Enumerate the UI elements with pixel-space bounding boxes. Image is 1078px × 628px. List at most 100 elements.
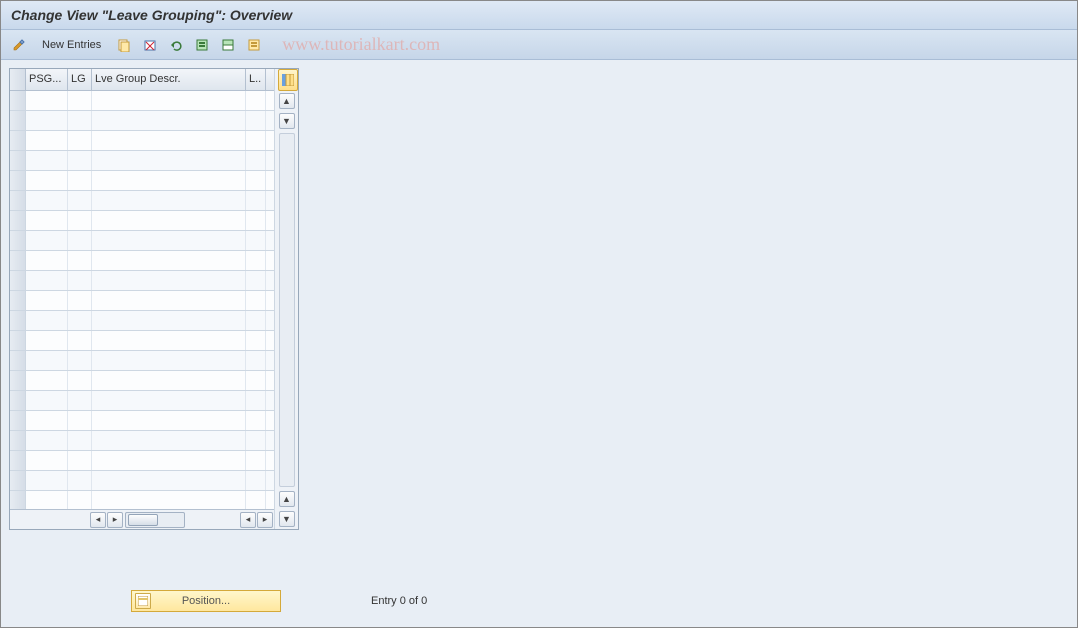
page-down-button[interactable]: ▲ bbox=[279, 491, 295, 507]
cell-psg[interactable] bbox=[26, 431, 68, 450]
next-column-button[interactable]: ◂ bbox=[240, 512, 256, 528]
cell-lg[interactable] bbox=[68, 491, 92, 509]
cell-descr[interactable] bbox=[92, 271, 246, 290]
table-row[interactable] bbox=[10, 151, 274, 171]
cell-lg[interactable] bbox=[68, 111, 92, 130]
cell-descr[interactable] bbox=[92, 291, 246, 310]
position-button[interactable]: Position... bbox=[131, 590, 281, 612]
cell-psg[interactable] bbox=[26, 471, 68, 490]
cell-lg[interactable] bbox=[68, 211, 92, 230]
cell-lg[interactable] bbox=[68, 451, 92, 470]
first-column-button[interactable]: ◂ bbox=[90, 512, 106, 528]
cell-lg[interactable] bbox=[68, 391, 92, 410]
cell-psg[interactable] bbox=[26, 451, 68, 470]
cell-l[interactable] bbox=[246, 491, 266, 509]
row-selector[interactable] bbox=[10, 151, 26, 170]
table-row[interactable] bbox=[10, 231, 274, 251]
select-block-button[interactable] bbox=[218, 35, 238, 55]
cell-l[interactable] bbox=[246, 411, 266, 430]
cell-descr[interactable] bbox=[92, 391, 246, 410]
cell-psg[interactable] bbox=[26, 291, 68, 310]
cell-l[interactable] bbox=[246, 471, 266, 490]
last-column-button[interactable]: ▸ bbox=[257, 512, 273, 528]
cell-psg[interactable] bbox=[26, 171, 68, 190]
row-selector[interactable] bbox=[10, 431, 26, 450]
cell-psg[interactable] bbox=[26, 491, 68, 509]
cell-descr[interactable] bbox=[92, 91, 246, 110]
cell-lg[interactable] bbox=[68, 171, 92, 190]
cell-descr[interactable] bbox=[92, 171, 246, 190]
cell-l[interactable] bbox=[246, 451, 266, 470]
column-header-psg[interactable]: PSG... bbox=[26, 69, 68, 90]
table-row[interactable] bbox=[10, 171, 274, 191]
cell-l[interactable] bbox=[246, 131, 266, 150]
cell-lg[interactable] bbox=[68, 271, 92, 290]
cell-descr[interactable] bbox=[92, 351, 246, 370]
table-row[interactable] bbox=[10, 251, 274, 271]
cell-psg[interactable] bbox=[26, 251, 68, 270]
cell-l[interactable] bbox=[246, 291, 266, 310]
cell-l[interactable] bbox=[246, 231, 266, 250]
table-row[interactable] bbox=[10, 311, 274, 331]
table-row[interactable] bbox=[10, 191, 274, 211]
cell-lg[interactable] bbox=[68, 331, 92, 350]
cell-descr[interactable] bbox=[92, 311, 246, 330]
cell-psg[interactable] bbox=[26, 331, 68, 350]
page-up-button[interactable]: ▼ bbox=[279, 113, 295, 129]
row-selector[interactable] bbox=[10, 351, 26, 370]
cell-lg[interactable] bbox=[68, 371, 92, 390]
cell-lg[interactable] bbox=[68, 471, 92, 490]
cell-psg[interactable] bbox=[26, 311, 68, 330]
row-selector[interactable] bbox=[10, 311, 26, 330]
cell-lg[interactable] bbox=[68, 411, 92, 430]
cell-descr[interactable] bbox=[92, 411, 246, 430]
row-selector[interactable] bbox=[10, 91, 26, 110]
column-header-descr[interactable]: Lve Group Descr. bbox=[92, 69, 246, 90]
cell-descr[interactable] bbox=[92, 151, 246, 170]
hscroll-track[interactable] bbox=[125, 512, 185, 528]
row-selector[interactable] bbox=[10, 251, 26, 270]
hscroll-thumb[interactable] bbox=[128, 514, 158, 526]
cell-descr[interactable] bbox=[92, 231, 246, 250]
column-header-l[interactable]: L.. bbox=[246, 69, 266, 90]
cell-descr[interactable] bbox=[92, 131, 246, 150]
cell-l[interactable] bbox=[246, 251, 266, 270]
cell-lg[interactable] bbox=[68, 131, 92, 150]
table-row[interactable] bbox=[10, 451, 274, 471]
cell-lg[interactable] bbox=[68, 291, 92, 310]
cell-descr[interactable] bbox=[92, 111, 246, 130]
row-selector[interactable] bbox=[10, 211, 26, 230]
row-selector[interactable] bbox=[10, 471, 26, 490]
scroll-down-button[interactable]: ▼ bbox=[279, 511, 295, 527]
cell-descr[interactable] bbox=[92, 211, 246, 230]
cell-psg[interactable] bbox=[26, 351, 68, 370]
cell-psg[interactable] bbox=[26, 191, 68, 210]
cell-descr[interactable] bbox=[92, 451, 246, 470]
table-row[interactable] bbox=[10, 111, 274, 131]
table-row[interactable] bbox=[10, 291, 274, 311]
table-row[interactable] bbox=[10, 91, 274, 111]
change-mode-button[interactable] bbox=[9, 35, 29, 55]
cell-descr[interactable] bbox=[92, 471, 246, 490]
cell-descr[interactable] bbox=[92, 491, 246, 509]
row-selector[interactable] bbox=[10, 391, 26, 410]
configure-columns-button[interactable] bbox=[278, 69, 298, 91]
cell-lg[interactable] bbox=[68, 191, 92, 210]
cell-descr[interactable] bbox=[92, 251, 246, 270]
cell-l[interactable] bbox=[246, 371, 266, 390]
column-header-lg[interactable]: LG bbox=[68, 69, 92, 90]
cell-psg[interactable] bbox=[26, 111, 68, 130]
table-row[interactable] bbox=[10, 271, 274, 291]
row-selector[interactable] bbox=[10, 491, 26, 509]
cell-l[interactable] bbox=[246, 311, 266, 330]
cell-psg[interactable] bbox=[26, 271, 68, 290]
scroll-up-button[interactable]: ▲ bbox=[279, 93, 295, 109]
row-selector[interactable] bbox=[10, 291, 26, 310]
cell-psg[interactable] bbox=[26, 411, 68, 430]
cell-psg[interactable] bbox=[26, 391, 68, 410]
cell-l[interactable] bbox=[246, 171, 266, 190]
row-selector[interactable] bbox=[10, 411, 26, 430]
cell-l[interactable] bbox=[246, 191, 266, 210]
cell-lg[interactable] bbox=[68, 151, 92, 170]
undo-button[interactable] bbox=[166, 35, 186, 55]
